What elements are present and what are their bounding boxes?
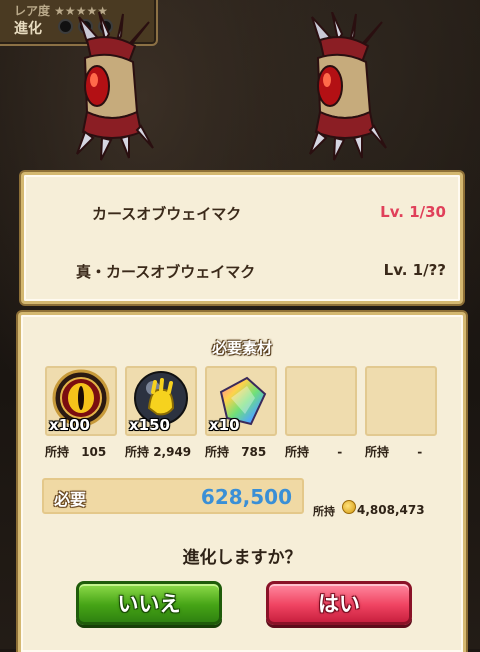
no-button[interactable]: いいえ [76, 581, 222, 625]
gold-owned-label: 所持 [313, 505, 335, 518]
current-equipment-image [76, 12, 154, 161]
evolution-confirm-panel: 必要素材 x100 x150 x10 所持 105 所持 2,949 所持 78… [18, 312, 466, 652]
material-owned: 所持 - [365, 445, 423, 459]
required-value: 628,500 [200, 485, 292, 509]
next-equipment-level: Lv. 1/?? [383, 261, 446, 279]
next-equipment-image [309, 12, 387, 161]
required-cost-bar: 必要 628,500 [42, 478, 304, 514]
material-slot-empty [365, 366, 437, 436]
material-slot-empty [285, 366, 357, 436]
confirm-question: 進化しますか？ [182, 548, 302, 568]
material-owned: 所持 2,949 [125, 445, 192, 459]
yes-button[interactable]: はい [266, 581, 412, 625]
material-owned: 所持 105 [45, 445, 107, 459]
material-slot[interactable]: x10 [205, 366, 277, 436]
material-owned: 所持 - [285, 445, 343, 459]
material-slot[interactable]: x150 [125, 366, 197, 436]
next-equipment-name: 真・カースオブウェイマク [76, 263, 256, 281]
materials-title: 必要素材 [211, 339, 272, 357]
material-owned: 所持 785 [205, 445, 267, 459]
current-equipment-name: カースオブウェイマク [92, 205, 242, 223]
required-label: 必要 [54, 490, 87, 509]
material-slot[interactable]: x100 [45, 366, 117, 436]
evolution-label: 進化 [14, 21, 42, 37]
gold-owned-value: 4,808,473 [357, 503, 425, 517]
current-equipment-level: Lv. 1/30 [380, 203, 446, 221]
material-quantity: x10 [209, 416, 240, 434]
material-quantity: x150 [129, 416, 170, 434]
coin-icon [342, 500, 356, 514]
evolution-info-panel: カースオブウェイマク Lv. 1/30 真・カースオブウェイマク Lv. 1/?… [21, 172, 463, 304]
material-quantity: x100 [49, 416, 90, 434]
